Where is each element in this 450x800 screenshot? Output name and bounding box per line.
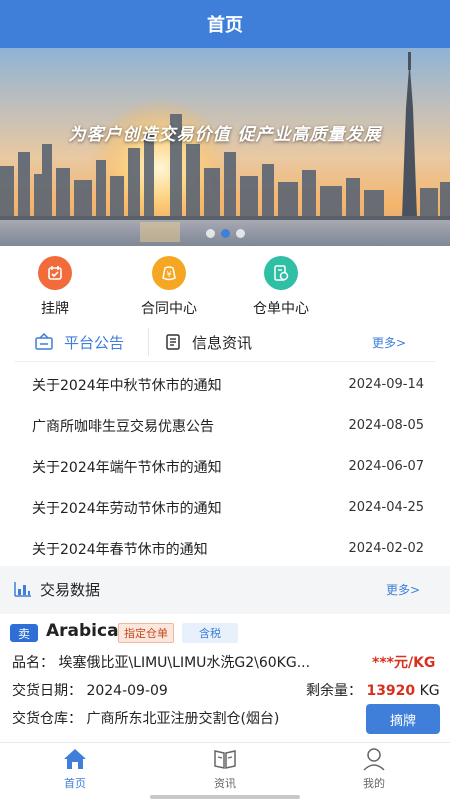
tab-news-feed[interactable]: 资讯 xyxy=(190,747,260,791)
notice-title: 关于2024年端午节休市的通知 xyxy=(32,459,222,476)
commodity-name: Arabica xyxy=(46,621,119,641)
carousel-dot[interactable] xyxy=(235,229,245,238)
tab-home[interactable]: 首页 xyxy=(40,747,110,791)
tab-news-label: 资讯 xyxy=(214,777,236,790)
quick-actions: 挂牌 ¥ 合同中心 仓单中心 xyxy=(0,256,450,318)
tab-label: 信息资讯 xyxy=(192,333,253,352)
notice-title: 关于2024年中秋节休市的通知 xyxy=(32,377,222,394)
profile-icon xyxy=(363,748,385,771)
quick-action-label: 仓单中心 xyxy=(253,301,309,317)
trade-listing-card[interactable]: 卖 Arabica 指定仓单 含税 品名： 埃塞俄比亚\LIMU\LIMU水洗G… xyxy=(0,614,450,742)
tab-platform-announcement[interactable]: 平台公告 xyxy=(34,322,124,362)
banner-image xyxy=(0,48,450,246)
notice-date: 2024-08-05 xyxy=(348,418,424,433)
trade-more-link[interactable]: 更多> xyxy=(386,581,420,598)
carousel-dot-active[interactable] xyxy=(220,229,230,238)
svg-text:¥: ¥ xyxy=(166,270,171,279)
tax-included-tag: 含税 xyxy=(182,623,238,643)
remaining-unit: KG xyxy=(419,683,440,699)
remaining-label: 剩余量： xyxy=(306,683,362,699)
notice-date: 2024-06-07 xyxy=(348,459,424,474)
quick-action-contract[interactable]: ¥ 合同中心 xyxy=(124,256,214,318)
notice-item[interactable]: 广商所咖啡生豆交易优惠公告 2024-08-05 xyxy=(14,405,424,446)
tab-mine[interactable]: 我的 xyxy=(339,747,409,791)
notice-item[interactable]: 关于2024年中秋节休市的通知 2024-09-14 xyxy=(14,364,424,405)
warehouse-label: 交货仓库： xyxy=(12,711,82,727)
product-row: 品名： 埃塞俄比亚\LIMU\LIMU水洗G2\60KG... xyxy=(12,652,310,672)
remaining-value: 13920 xyxy=(366,683,416,699)
notice-date: 2024-09-14 xyxy=(348,377,424,392)
warehouse-value: 广商所东北亚注册交割仓(烟台) xyxy=(86,711,280,727)
warehouse-receipt-icon xyxy=(264,256,298,290)
delivery-date-value: 2024-09-09 xyxy=(86,683,168,699)
notice-item[interactable]: 关于2024年端午节休市的通知 2024-06-07 xyxy=(14,446,424,487)
notice-more-link[interactable]: 更多> xyxy=(372,334,406,351)
notice-title: 关于2024年劳动节休市的通知 xyxy=(32,500,222,517)
home-indicator xyxy=(150,795,300,799)
tab-mine-label: 我的 xyxy=(363,777,385,790)
quick-action-label: 挂牌 xyxy=(41,301,69,317)
listing-icon xyxy=(38,256,72,290)
notice-item[interactable]: 关于2024年劳动节休市的通知 2024-04-25 xyxy=(14,487,424,528)
tab-news[interactable]: 信息资讯 xyxy=(164,322,252,362)
quick-action-warehouse-receipt[interactable]: 仓单中心 xyxy=(236,256,326,318)
notice-title: 关于2024年春节休市的通知 xyxy=(32,541,208,558)
sell-badge: 卖 xyxy=(10,624,38,642)
delivery-date-label: 交货日期： xyxy=(12,683,82,699)
notice-title: 广商所咖啡生豆交易优惠公告 xyxy=(32,418,214,435)
home-panel: 挂牌 ¥ 合同中心 仓单中心 平台公告 信息资讯 更多> 关于2024年中秋节休… xyxy=(0,246,450,566)
app-header: 首页 xyxy=(0,0,450,48)
quick-action-listing[interactable]: 挂牌 xyxy=(10,256,100,318)
designated-receipt-tag: 指定仓单 xyxy=(118,623,174,643)
news-icon xyxy=(214,750,236,769)
notice-date: 2024-02-02 xyxy=(348,541,424,556)
banner-carousel[interactable]: 为客户创造交易价值 促产业高质量发展 xyxy=(0,48,450,246)
price: ***元/KG xyxy=(372,655,436,671)
banner-slogan: 为客户创造交易价值 促产业高质量发展 xyxy=(68,125,382,145)
page-title: 首页 xyxy=(207,15,243,36)
bottom-tab-bar: 首页 资讯 我的 xyxy=(0,742,450,800)
contract-icon: ¥ xyxy=(152,256,186,290)
tab-divider xyxy=(148,328,149,356)
product-label: 品名： xyxy=(12,655,54,671)
notice-item[interactable]: 关于2024年春节休市的通知 2024-02-02 xyxy=(14,528,424,569)
announcement-icon xyxy=(35,333,53,350)
carousel-indicator xyxy=(0,229,450,238)
trade-data-title: 交易数据 xyxy=(40,581,101,599)
quick-action-label: 合同中心 xyxy=(141,301,197,317)
warehouse-row: 交货仓库： 广商所东北亚注册交割仓(烟台) xyxy=(12,708,279,728)
document-icon xyxy=(166,334,180,350)
notice-list: 关于2024年中秋节休市的通知 2024-09-14 广商所咖啡生豆交易优惠公告… xyxy=(14,364,424,569)
product-value: 埃塞俄比亚\LIMU\LIMU水洗G2\60KG... xyxy=(58,655,311,671)
delist-button[interactable]: 摘牌 xyxy=(366,704,440,734)
notice-date: 2024-04-25 xyxy=(348,500,424,515)
tab-label: 平台公告 xyxy=(64,333,125,352)
notice-tabs: 平台公告 信息资讯 更多> xyxy=(14,322,436,362)
home-icon xyxy=(64,749,86,769)
carousel-dot[interactable] xyxy=(205,229,215,238)
tab-home-label: 首页 xyxy=(64,777,86,790)
bar-chart-icon xyxy=(14,582,31,597)
trade-data-section-header: 交易数据 更多> xyxy=(0,572,450,606)
remaining-row: 剩余量： 13920 KG xyxy=(306,680,440,700)
delivery-date-row: 交货日期： 2024-09-09 xyxy=(12,680,168,700)
